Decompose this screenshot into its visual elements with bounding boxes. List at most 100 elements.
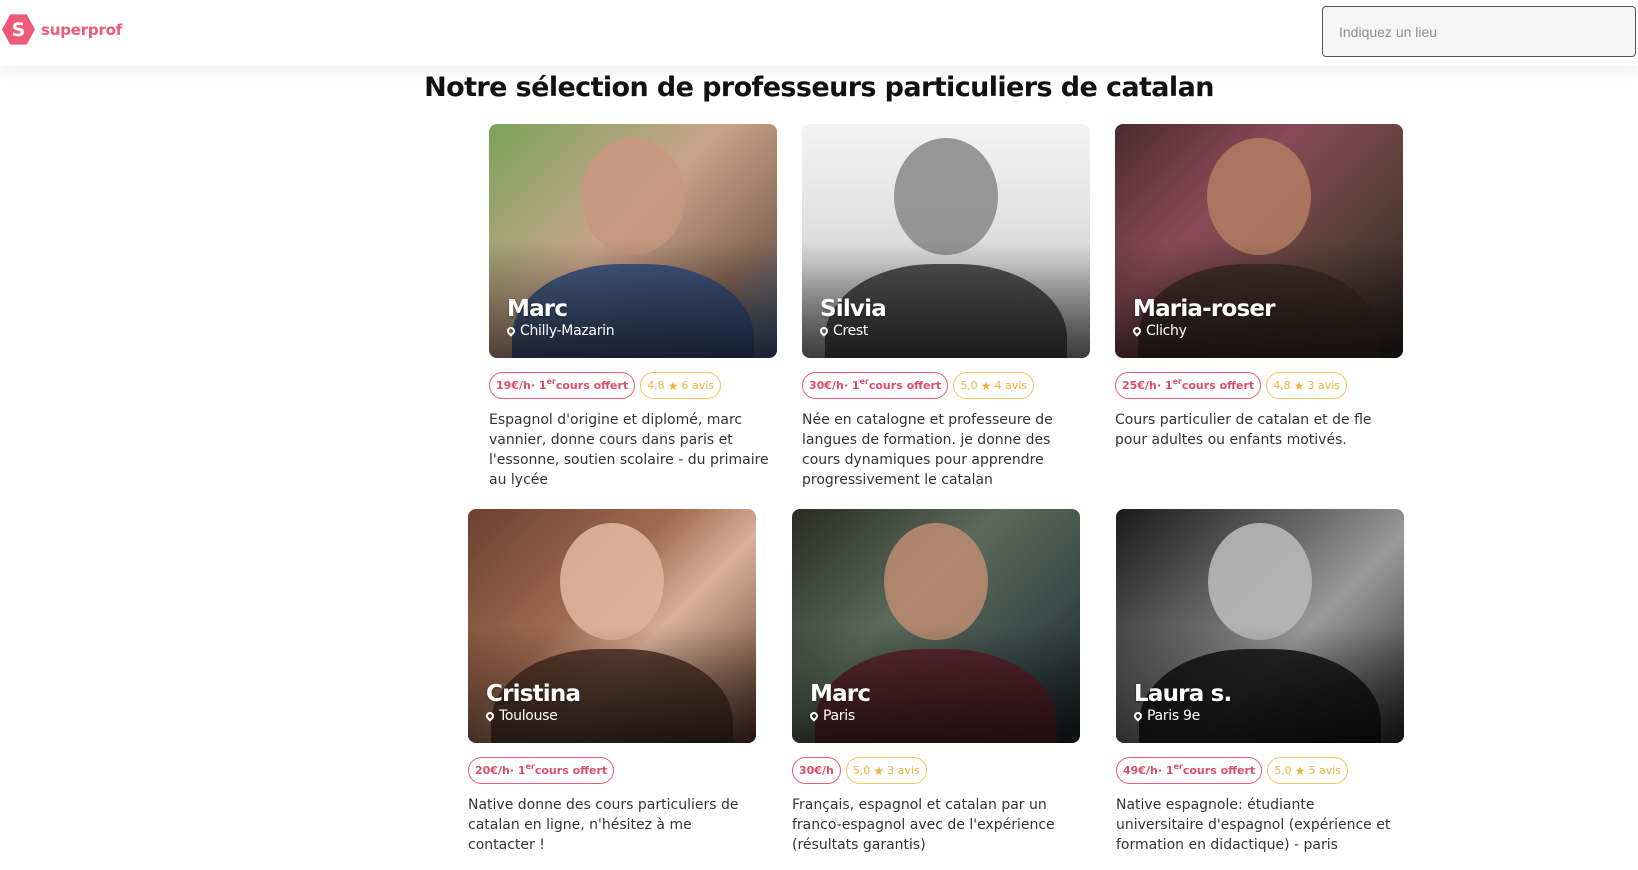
- offer-sup: er: [525, 762, 535, 771]
- portrait-head: [884, 523, 988, 641]
- teacher-description: Cours particulier de catalan et de fle p…: [1115, 412, 1372, 448]
- offer-suffix: cours offert: [868, 379, 942, 392]
- offer-suffix: cours offert: [1181, 379, 1255, 392]
- teacher-location: Crest: [818, 323, 869, 339]
- location-pin-icon: [484, 710, 496, 722]
- rating-badge: 5,0 ★ 5 avis: [1267, 757, 1348, 784]
- teacher-location: Chilly-Mazarin: [505, 323, 615, 339]
- rating-value: 4,8: [647, 379, 665, 392]
- offer-prefix: · 1: [843, 379, 860, 392]
- portrait-head: [581, 138, 685, 256]
- offer-sup: er: [546, 377, 556, 386]
- offer-suffix: cours offert: [1182, 764, 1256, 777]
- badges-row: 30€/h 5,0 ★ 3 avis: [792, 757, 927, 784]
- teacher-name: Cristina: [486, 681, 581, 707]
- location-text: Paris: [823, 708, 855, 724]
- review-count: 3 avis: [1307, 379, 1340, 392]
- top-bar: S superprof: [0, 0, 1638, 66]
- teacher-name: Marc: [507, 296, 568, 322]
- location-pin-icon: [1131, 325, 1143, 337]
- teacher-name: Maria-roser: [1133, 296, 1275, 322]
- teacher-photo[interactable]: Cristina Toulouse: [468, 509, 756, 743]
- rating-value: 4,8: [1273, 379, 1291, 392]
- location-search-input[interactable]: [1322, 6, 1636, 57]
- teacher-photo[interactable]: Marc Paris: [792, 509, 1080, 743]
- price: 20€/h: [475, 764, 510, 777]
- teacher-card[interactable]: Marc Chilly-Mazarin 19€/h · 1 er cours of…: [489, 124, 777, 488]
- logo-hexagon-icon: S: [2, 14, 35, 45]
- location-text: Toulouse: [499, 708, 558, 724]
- location-pin-icon: [1132, 710, 1144, 722]
- price-badge: 30€/h: [792, 757, 841, 784]
- price-badge: 30€/h · 1 er cours offert: [802, 372, 949, 399]
- location-text: Chilly-Mazarin: [520, 323, 615, 339]
- badges-row: 30€/h · 1 er cours offert 5,0 ★ 4 avis: [802, 372, 1034, 399]
- teacher-photo[interactable]: Laura s. Paris 9e: [1116, 509, 1404, 743]
- price: 25€/h: [1122, 379, 1157, 392]
- star-icon: ★: [667, 378, 679, 393]
- teacher-card[interactable]: Cristina Toulouse 20€/h · 1 er cours offe…: [468, 509, 756, 853]
- rating-badge: 5,0 ★ 3 avis: [845, 757, 927, 784]
- portrait-head: [560, 523, 664, 641]
- teacher-location: Paris: [808, 708, 855, 724]
- teacher-name: Marc: [810, 681, 871, 707]
- price-badge: 25€/h · 1 er cours offert: [1115, 372, 1262, 399]
- rating-badge: 5,0 ★ 4 avis: [953, 372, 1034, 399]
- teacher-location: Paris 9e: [1132, 708, 1200, 724]
- teacher-description: Français, espagnol et catalan par un fra…: [792, 797, 1055, 853]
- teacher-photo[interactable]: Maria-roser Clichy: [1115, 124, 1403, 358]
- offer-sup: er: [1172, 377, 1182, 386]
- star-icon: ★: [873, 763, 885, 778]
- offer-prefix: · 1: [530, 379, 547, 392]
- teacher-description: Native espagnole: étudiante universitair…: [1116, 797, 1391, 853]
- teacher-description: Née en catalogne et professeure de langu…: [802, 412, 1053, 488]
- teacher-name: Silvia: [820, 296, 887, 322]
- superprof-logo[interactable]: S superprof: [2, 13, 122, 46]
- portrait-head: [1207, 138, 1311, 256]
- page-title: Notre sélection de professeurs particuli…: [424, 72, 1214, 103]
- price-badge: 19€/h · 1 er cours offert: [489, 372, 636, 399]
- rating-value: 5,0: [960, 379, 978, 392]
- location-pin-icon: [808, 710, 820, 722]
- review-count: 3 avis: [887, 764, 920, 777]
- badges-row: 25€/h · 1 er cours offert 4,8 ★ 3 avis: [1115, 372, 1347, 399]
- rating-badge: 4,8 ★ 6 avis: [640, 372, 721, 399]
- rating-badge: 4,8 ★ 3 avis: [1266, 372, 1347, 399]
- price-badge: 49€/h · 1 er cours offert: [1116, 757, 1263, 784]
- teacher-photo[interactable]: Silvia Crest: [802, 124, 1090, 358]
- location-text: Clichy: [1146, 323, 1187, 339]
- badges-row: 49€/h · 1 er cours offert 5,0 ★ 5 avis: [1116, 757, 1348, 784]
- review-count: 6 avis: [681, 379, 714, 392]
- offer-suffix: cours offert: [555, 379, 629, 392]
- star-icon: ★: [980, 378, 992, 393]
- teacher-photo[interactable]: Marc Chilly-Mazarin: [489, 124, 777, 358]
- price: 19€/h: [496, 379, 531, 392]
- star-icon: ★: [1293, 378, 1305, 393]
- price: 30€/h: [809, 379, 844, 392]
- teacher-card[interactable]: Marc Paris 30€/h 5,0 ★ 3 avis Français, es…: [792, 509, 1080, 853]
- location-text: Paris 9e: [1147, 708, 1200, 724]
- teacher-card[interactable]: Silvia Crest 30€/h · 1 er cours offert 5,…: [802, 124, 1090, 488]
- teacher-card[interactable]: Laura s. Paris 9e 49€/h · 1 er cours offe…: [1116, 509, 1404, 853]
- rating-value: 5,0: [1274, 764, 1292, 777]
- offer-sup: er: [1173, 762, 1183, 771]
- teacher-description: Espagnol d'origine et diplomé, marc vann…: [489, 412, 769, 488]
- offer-prefix: · 1: [1157, 764, 1174, 777]
- location-pin-icon: [818, 325, 830, 337]
- offer-prefix: · 1: [509, 764, 526, 777]
- review-count: 5 avis: [1308, 764, 1341, 777]
- rating-value: 5,0: [852, 764, 871, 777]
- star-icon: ★: [1294, 763, 1306, 778]
- offer-sup: er: [859, 377, 869, 386]
- teacher-description: Native donne des cours particuliers de c…: [468, 797, 739, 853]
- price: 30€/h: [799, 764, 834, 777]
- price: 49€/h: [1123, 764, 1158, 777]
- teacher-card[interactable]: Maria-roser Clichy 25€/h · 1 er cours off…: [1115, 124, 1403, 448]
- offer-prefix: · 1: [1156, 379, 1173, 392]
- location-text: Crest: [833, 323, 869, 339]
- price-badge: 20€/h · 1 er cours offert: [468, 757, 615, 784]
- review-count: 4 avis: [994, 379, 1027, 392]
- teacher-location: Clichy: [1131, 323, 1187, 339]
- teacher-location: Toulouse: [484, 708, 558, 724]
- logo-text: superprof: [41, 20, 123, 39]
